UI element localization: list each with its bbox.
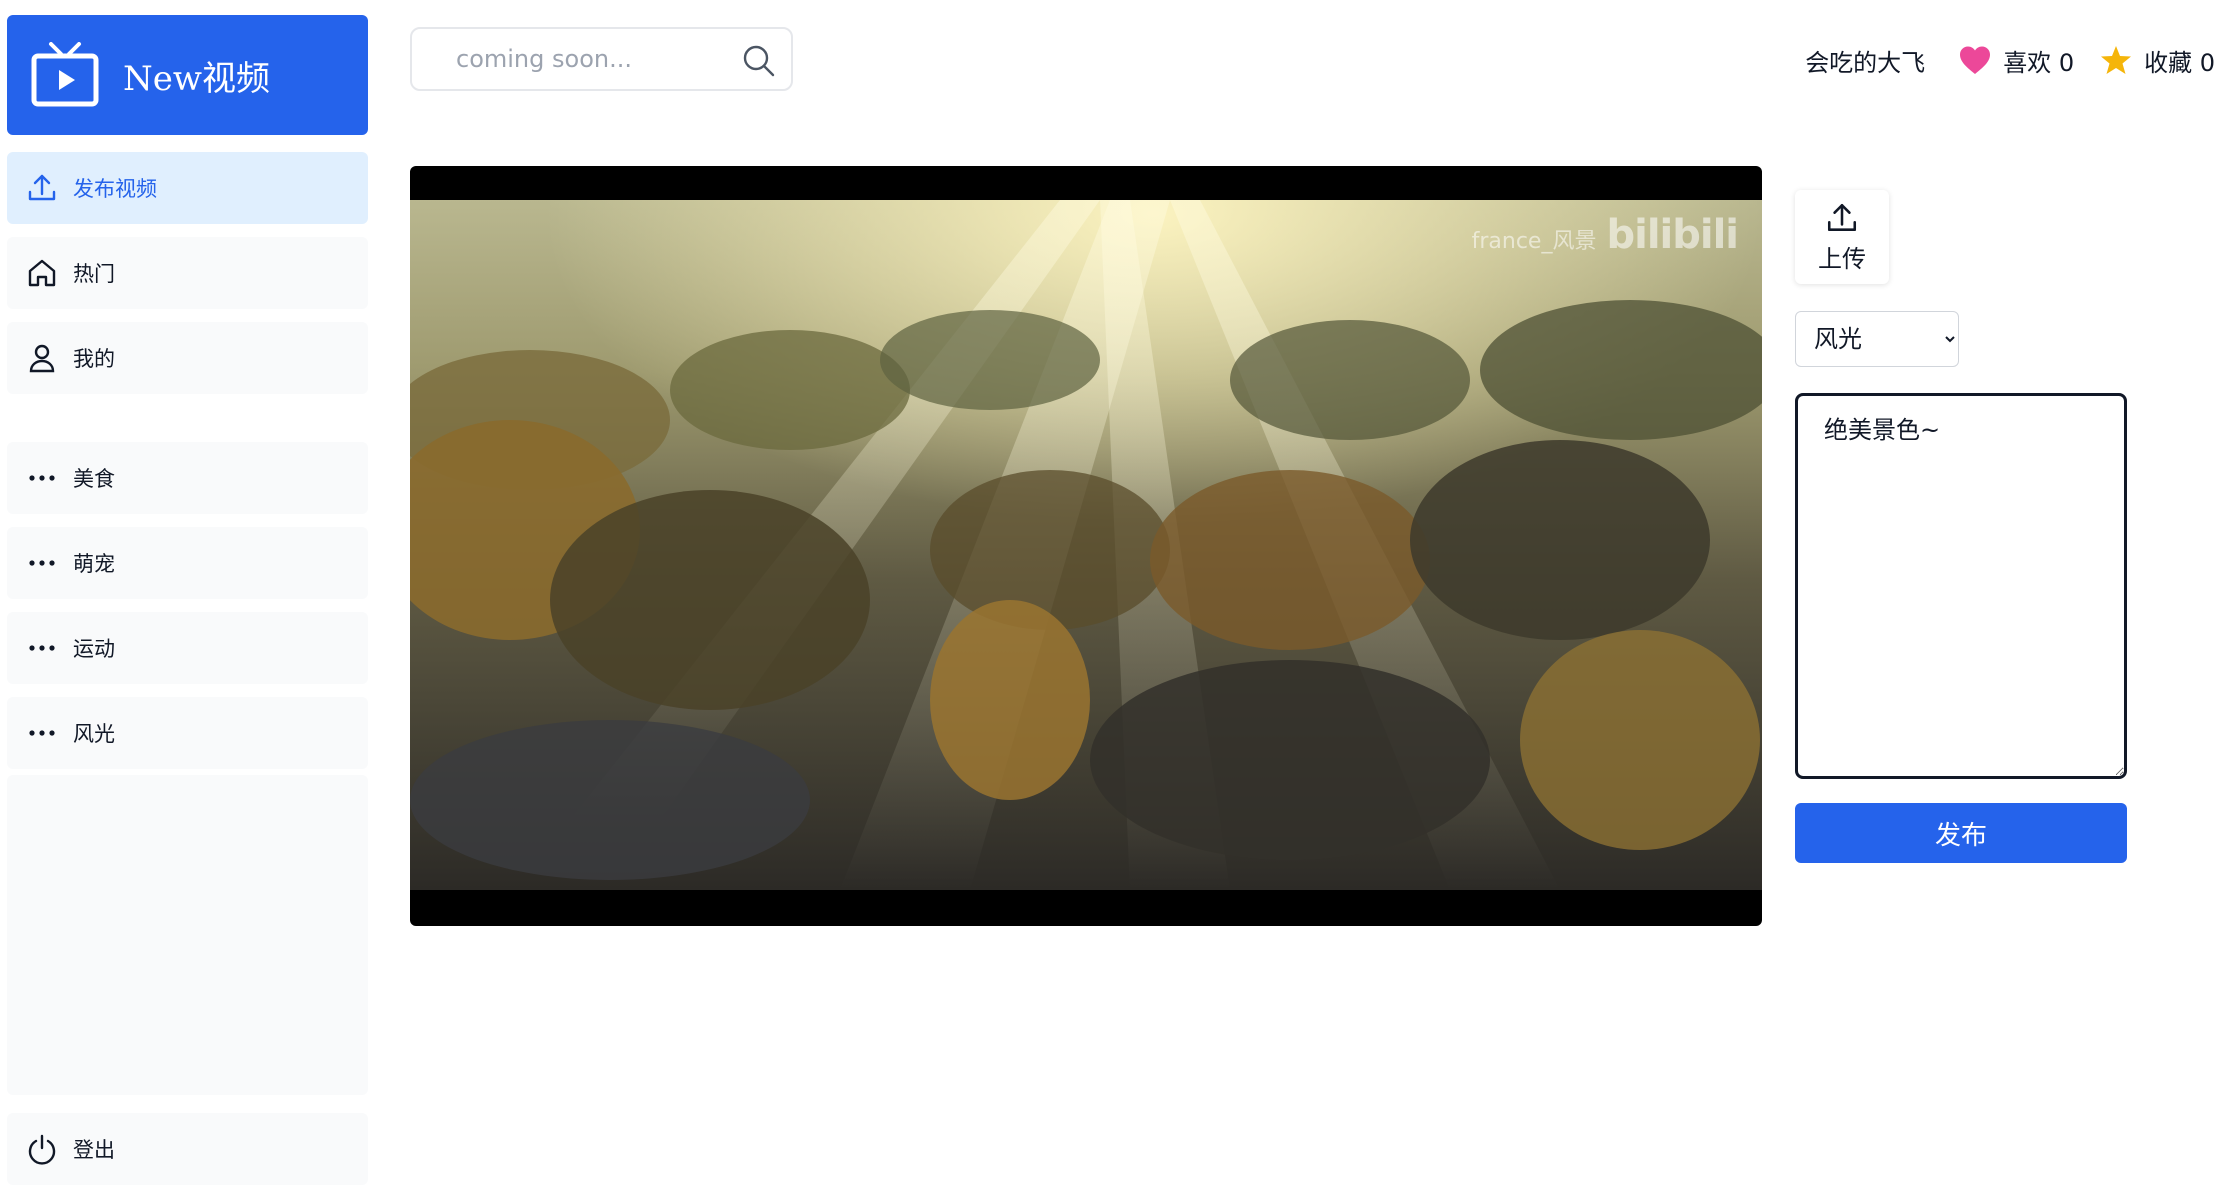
sidebar-empty-panel (7, 775, 368, 1095)
upload-icon (25, 171, 59, 205)
search-box (410, 27, 793, 91)
home-icon (25, 256, 59, 290)
username[interactable]: 会吃的大飞 (1805, 43, 1925, 78)
watermark-text: france_风景 (1471, 229, 1597, 254)
more-dots-icon (25, 461, 59, 495)
sidebar-item-label: 热门 (73, 262, 115, 286)
description-textarea[interactable]: 绝美景色~ (1795, 393, 2127, 779)
upload-button[interactable]: 上传 (1795, 190, 1889, 284)
app-logo[interactable]: New视频 (7, 15, 368, 135)
more-dots-icon (25, 631, 59, 665)
sidebar: New视频 发布视频 热门 我的 美食 萌宠 运动 风光 登出 (7, 15, 368, 1185)
search-input[interactable] (454, 44, 728, 74)
app-title: New视频 (123, 58, 270, 99)
star-icon (2100, 45, 2144, 75)
sidebar-item-label: 运动 (73, 637, 115, 661)
video-player[interactable]: france_风景 bilibili (410, 166, 1762, 926)
sidebar-item-food[interactable]: 美食 (7, 442, 368, 514)
sidebar-item-scenery[interactable]: 风光 (7, 697, 368, 769)
video-frame-image (410, 200, 1762, 890)
sidebar-item-label: 风光 (73, 722, 115, 746)
more-dots-icon (25, 546, 59, 580)
likes-label: 喜欢 0 (2003, 48, 2075, 77)
bilibili-logo: bilibili (1606, 212, 1739, 258)
upload-label: 上传 (1818, 244, 1866, 273)
sidebar-item-sports[interactable]: 运动 (7, 612, 368, 684)
power-icon (25, 1132, 59, 1166)
tv-play-icon (31, 42, 99, 108)
sidebar-item-hot[interactable]: 热门 (7, 237, 368, 309)
upload-icon (1825, 201, 1859, 239)
favorites-stat[interactable]: 收藏 0 (2100, 43, 2215, 78)
sidebar-item-logout[interactable]: 登出 (7, 1113, 368, 1185)
likes-stat[interactable]: 喜欢 0 (1959, 43, 2074, 78)
sidebar-item-pets[interactable]: 萌宠 (7, 527, 368, 599)
heart-icon (1959, 45, 2003, 75)
search-icon[interactable] (741, 43, 777, 79)
user-icon (25, 341, 59, 375)
sidebar-item-label: 美食 (73, 467, 115, 491)
sidebar-item-publish-video[interactable]: 发布视频 (7, 152, 368, 224)
sidebar-item-label: 登出 (73, 1138, 115, 1162)
user-stats-bar: 会吃的大飞 喜欢 0 收藏 0 (1805, 40, 2215, 80)
favorites-label: 收藏 0 (2144, 48, 2215, 77)
video-watermark: france_风景 bilibili (1471, 212, 1739, 258)
sidebar-item-mine[interactable]: 我的 (7, 322, 368, 394)
category-select[interactable]: 风光 (1795, 311, 1959, 367)
sidebar-item-label: 发布视频 (73, 177, 157, 201)
sidebar-item-label: 我的 (73, 347, 115, 371)
more-dots-icon (25, 716, 59, 750)
sidebar-item-label: 萌宠 (73, 552, 115, 576)
publish-button[interactable]: 发布 (1795, 803, 2127, 863)
